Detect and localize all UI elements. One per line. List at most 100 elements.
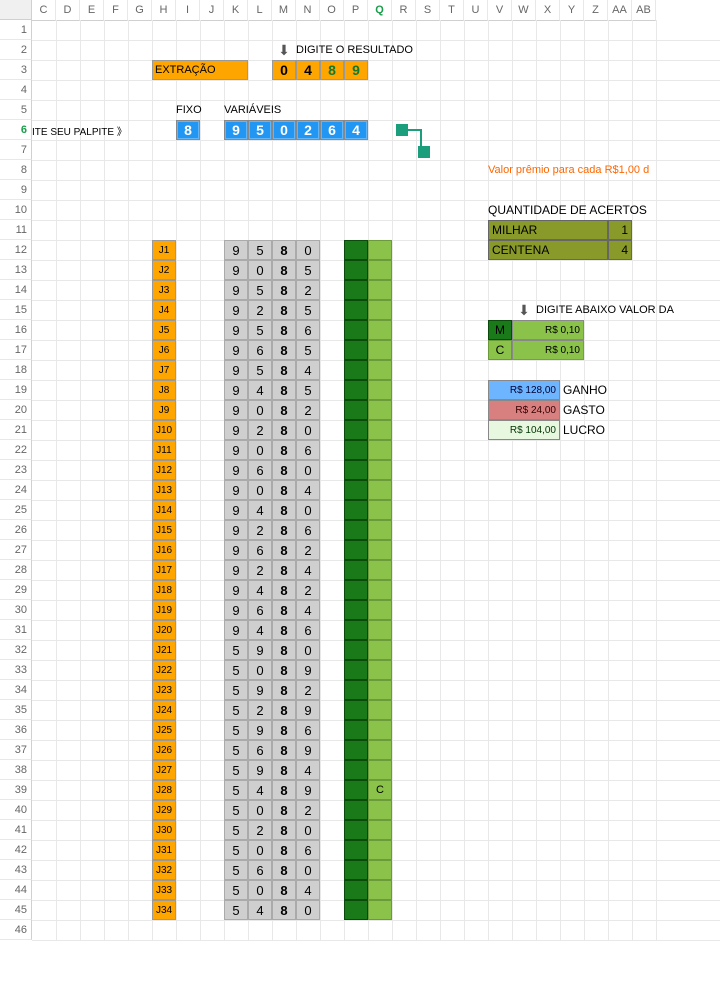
col-header-Z[interactable]: Z <box>584 0 608 21</box>
down-arrow-icon-2: ⬇ <box>512 300 536 320</box>
col-header-Y[interactable]: Y <box>560 0 584 21</box>
resultado-0[interactable]: 0 <box>272 60 296 80</box>
variavel-5[interactable]: 4 <box>344 120 368 140</box>
resultado-3[interactable]: 9 <box>344 60 368 80</box>
row-header-3[interactable]: 3 <box>0 60 32 80</box>
row-header-25[interactable]: 25 <box>0 500 32 520</box>
row-header-14[interactable]: 14 <box>0 280 32 300</box>
combo-19-milhar-status <box>344 600 368 620</box>
row-header-34[interactable]: 34 <box>0 680 32 700</box>
row-header-29[interactable]: 29 <box>0 580 32 600</box>
combo-13-centena-status <box>368 480 392 500</box>
col-header-X[interactable]: X <box>536 0 560 21</box>
col-header-W[interactable]: W <box>512 0 536 21</box>
col-header-P[interactable]: P <box>344 0 368 21</box>
col-header-K[interactable]: K <box>224 0 248 21</box>
row-header-26[interactable]: 26 <box>0 520 32 540</box>
row-header-37[interactable]: 37 <box>0 740 32 760</box>
col-header-AB[interactable]: AB <box>632 0 656 21</box>
row-header-17[interactable]: 17 <box>0 340 32 360</box>
combo-20-d3: 6 <box>296 620 320 640</box>
col-header-G[interactable]: G <box>128 0 152 21</box>
col-header-L[interactable]: L <box>248 0 272 21</box>
variavel-2[interactable]: 0 <box>272 120 296 140</box>
col-header-N[interactable]: N <box>296 0 320 21</box>
row-header-28[interactable]: 28 <box>0 560 32 580</box>
fixo-value[interactable]: 8 <box>176 120 200 140</box>
col-header-D[interactable]: D <box>56 0 80 21</box>
row-header-39[interactable]: 39 <box>0 780 32 800</box>
col-header-J[interactable]: J <box>200 0 224 21</box>
row-header-15[interactable]: 15 <box>0 300 32 320</box>
row-header-41[interactable]: 41 <box>0 820 32 840</box>
row-header-27[interactable]: 27 <box>0 540 32 560</box>
col-header-V[interactable]: V <box>488 0 512 21</box>
row-header-5[interactable]: 5 <box>0 100 32 120</box>
combo-23-d0: 5 <box>224 680 248 700</box>
digite-label: DIGITE O RESULTADO <box>296 40 436 60</box>
row-header-20[interactable]: 20 <box>0 400 32 420</box>
variavel-4[interactable]: 6 <box>320 120 344 140</box>
col-header-H[interactable]: H <box>152 0 176 21</box>
row-header-12[interactable]: 12 <box>0 240 32 260</box>
row-header-22[interactable]: 22 <box>0 440 32 460</box>
row-header-24[interactable]: 24 <box>0 480 32 500</box>
row-header-7[interactable]: 7 <box>0 140 32 160</box>
col-header-E[interactable]: E <box>80 0 104 21</box>
resultado-2[interactable]: 8 <box>320 60 344 80</box>
row-header-36[interactable]: 36 <box>0 720 32 740</box>
combo-27-d0: 5 <box>224 760 248 780</box>
col-header-AA[interactable]: AA <box>608 0 632 21</box>
col-header-Q[interactable]: Q <box>368 0 392 21</box>
corner-cell[interactable] <box>0 0 32 20</box>
row-header-4[interactable]: 4 <box>0 80 32 100</box>
row-header-8[interactable]: 8 <box>0 160 32 180</box>
row-header-1[interactable]: 1 <box>0 20 32 40</box>
row-header-6[interactable]: 6 <box>0 120 32 140</box>
row-header-46[interactable]: 46 <box>0 920 32 940</box>
row-header-13[interactable]: 13 <box>0 260 32 280</box>
row-header-11[interactable]: 11 <box>0 220 32 240</box>
col-header-T[interactable]: T <box>440 0 464 21</box>
combo-30-d0: 5 <box>224 820 248 840</box>
col-header-I[interactable]: I <box>176 0 200 21</box>
col-header-F[interactable]: F <box>104 0 128 21</box>
col-header-R[interactable]: R <box>392 0 416 21</box>
row-header-35[interactable]: 35 <box>0 700 32 720</box>
row-header-16[interactable]: 16 <box>0 320 32 340</box>
row-header-9[interactable]: 9 <box>0 180 32 200</box>
row-header-33[interactable]: 33 <box>0 660 32 680</box>
flow-node-2[interactable] <box>418 146 430 158</box>
aposta-c-label: C <box>488 340 512 360</box>
col-header-C[interactable]: C <box>32 0 56 21</box>
row-header-44[interactable]: 44 <box>0 880 32 900</box>
row-header-19[interactable]: 19 <box>0 380 32 400</box>
row-header-2[interactable]: 2 <box>0 40 32 60</box>
row-header-32[interactable]: 32 <box>0 640 32 660</box>
row-header-30[interactable]: 30 <box>0 600 32 620</box>
combo-j-14: J14 <box>152 500 176 520</box>
col-header-S[interactable]: S <box>416 0 440 21</box>
col-header-O[interactable]: O <box>320 0 344 21</box>
variavel-3[interactable]: 2 <box>296 120 320 140</box>
row-header-10[interactable]: 10 <box>0 200 32 220</box>
resultado-1[interactable]: 4 <box>296 60 320 80</box>
row-header-45[interactable]: 45 <box>0 900 32 920</box>
flow-node-1[interactable] <box>396 124 408 136</box>
row-header-31[interactable]: 31 <box>0 620 32 640</box>
variavel-0[interactable]: 9 <box>224 120 248 140</box>
row-header-43[interactable]: 43 <box>0 860 32 880</box>
row-header-40[interactable]: 40 <box>0 800 32 820</box>
combo-j-17: J17 <box>152 560 176 580</box>
row-header-18[interactable]: 18 <box>0 360 32 380</box>
row-header-21[interactable]: 21 <box>0 420 32 440</box>
aposta-m-value[interactable]: R$ 0,10 <box>512 320 584 340</box>
col-header-M[interactable]: M <box>272 0 296 21</box>
aposta-c-value[interactable]: R$ 0,10 <box>512 340 584 360</box>
col-header-U[interactable]: U <box>464 0 488 21</box>
combo-11-milhar-status <box>344 440 368 460</box>
variavel-1[interactable]: 5 <box>248 120 272 140</box>
row-header-38[interactable]: 38 <box>0 760 32 780</box>
row-header-23[interactable]: 23 <box>0 460 32 480</box>
row-header-42[interactable]: 42 <box>0 840 32 860</box>
